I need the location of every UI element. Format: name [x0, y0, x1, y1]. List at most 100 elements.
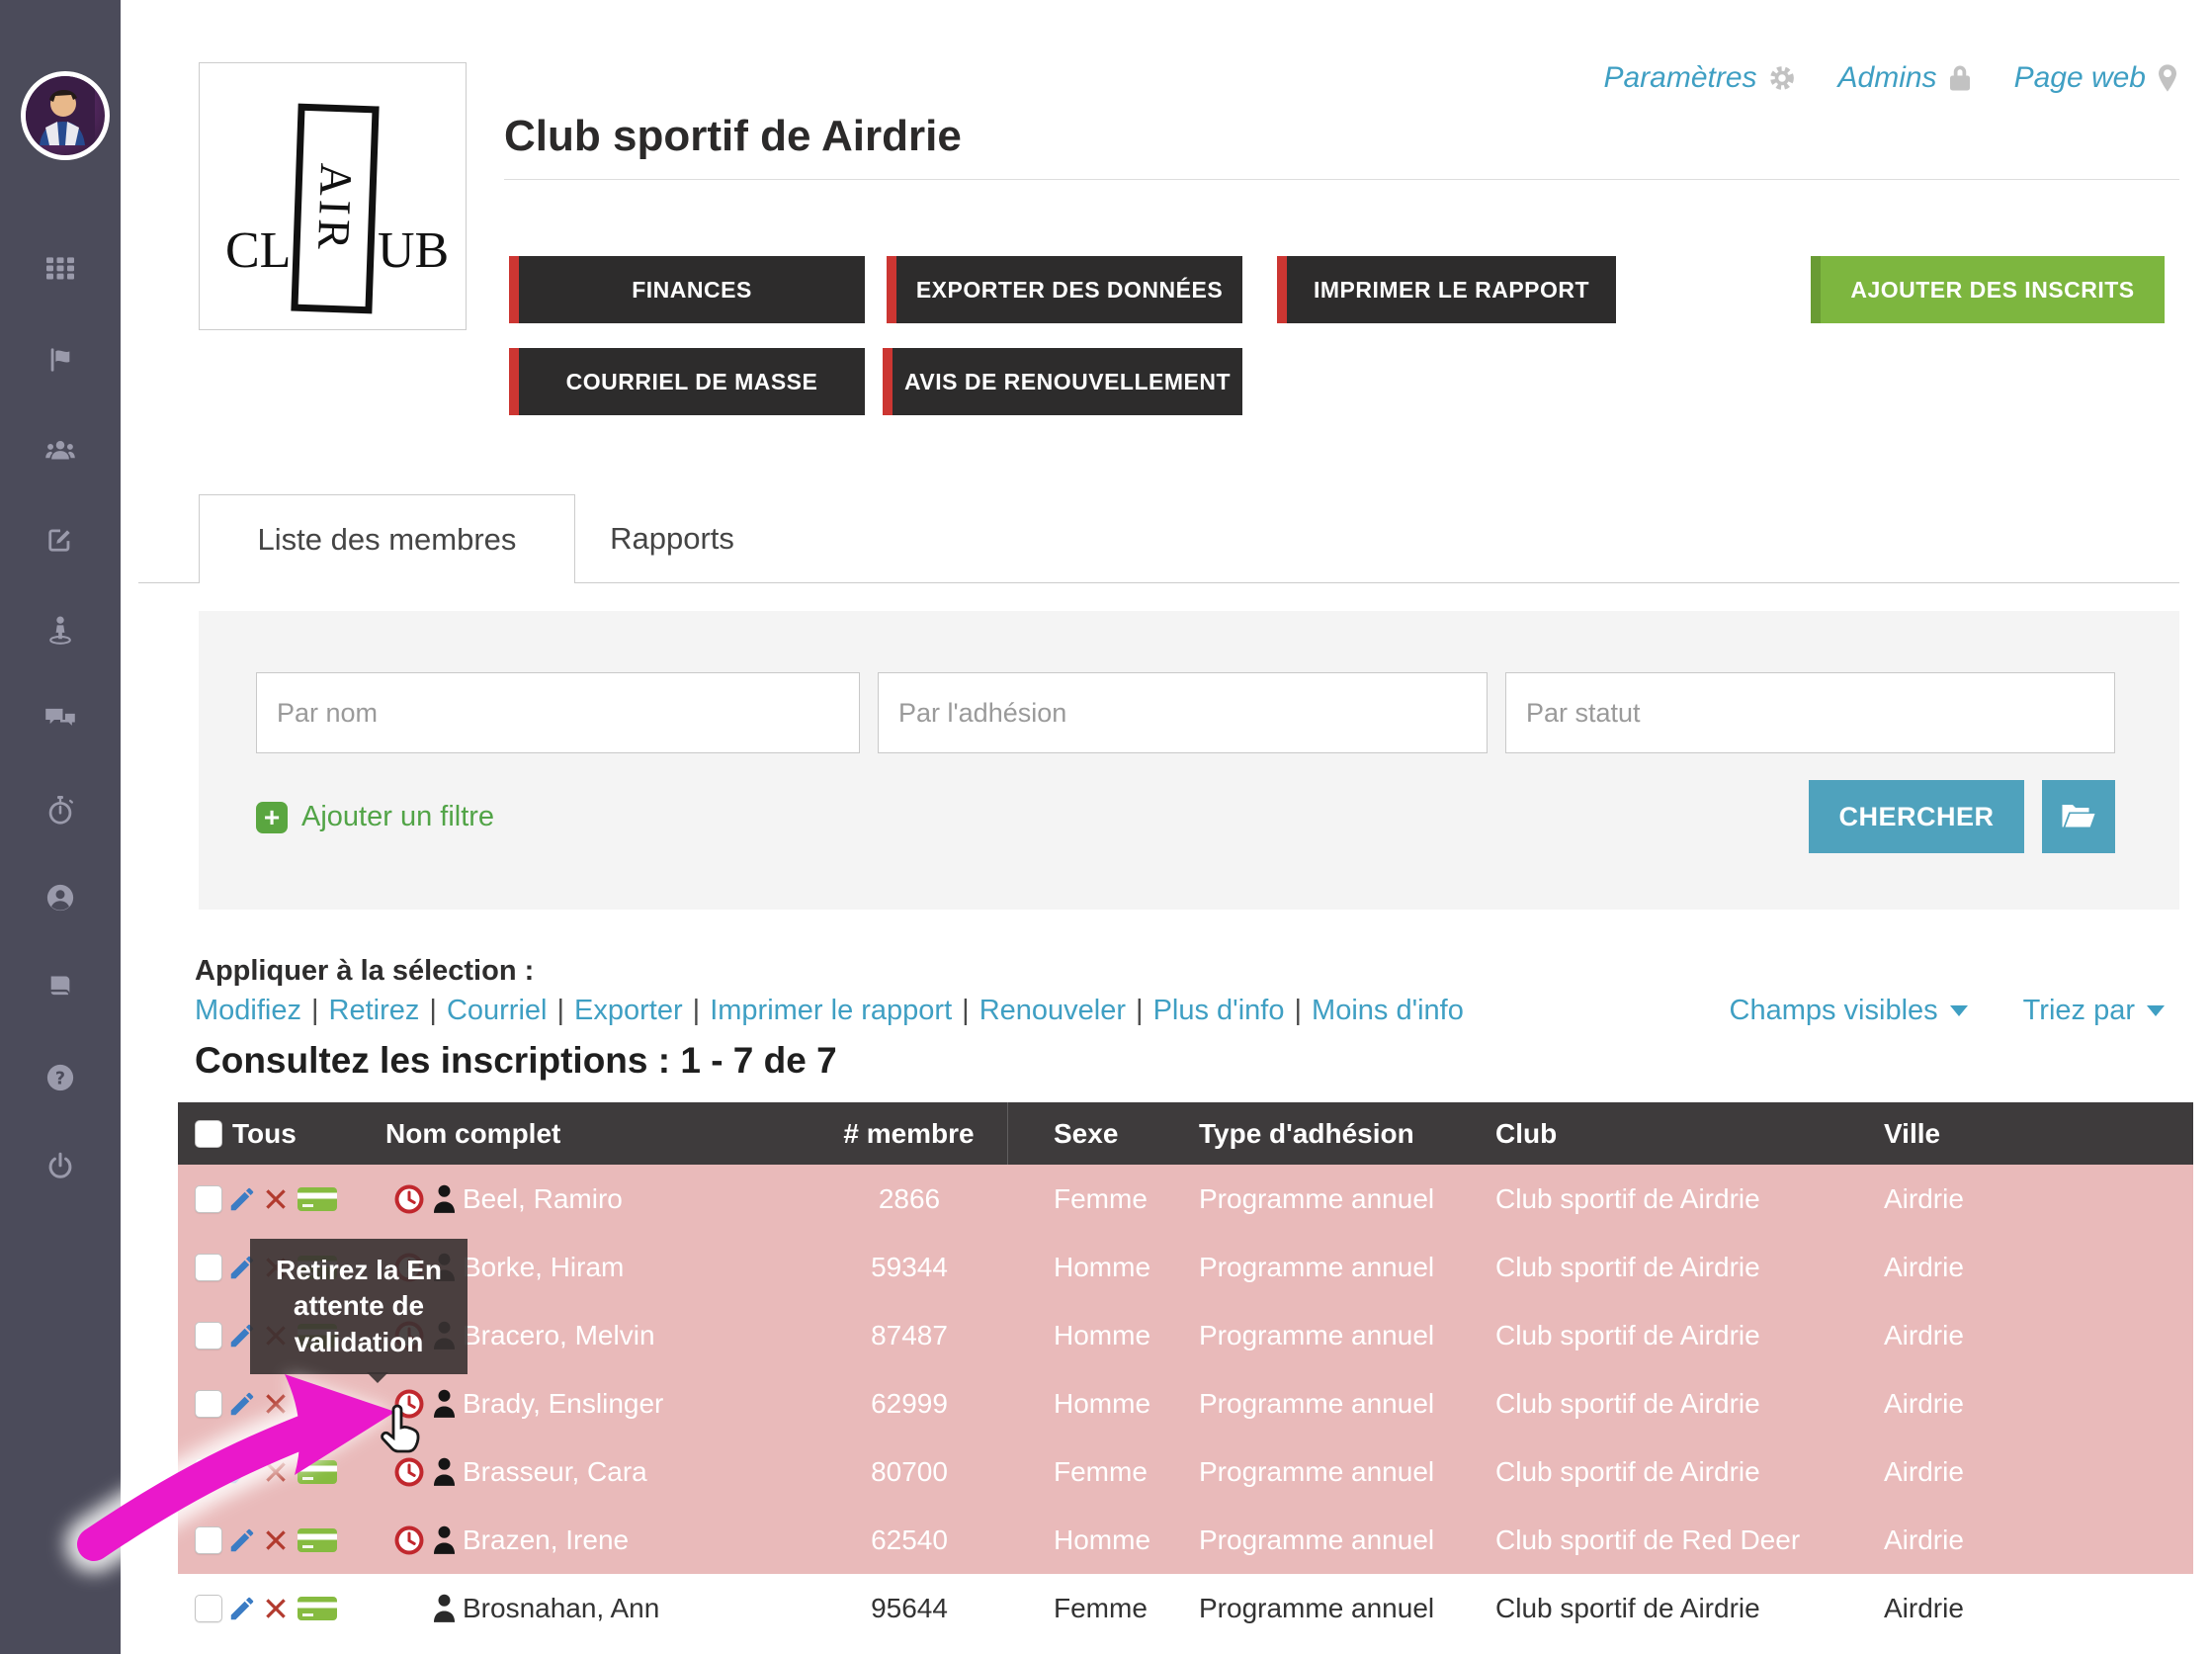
saved-searches-button[interactable]: [2042, 780, 2115, 853]
col-header-club[interactable]: Club: [1495, 1118, 1884, 1150]
member-person-icon[interactable]: [431, 1388, 463, 1419]
edit-pencil-icon[interactable]: [227, 1525, 261, 1555]
member-id: 59344: [810, 1252, 1008, 1283]
col-header-city[interactable]: Ville: [1884, 1118, 2193, 1150]
search-button[interactable]: CHERCHER: [1809, 780, 2024, 853]
sort-by-dropdown[interactable]: Triez par: [2023, 995, 2165, 1027]
filter-membership-input[interactable]: [878, 672, 1488, 753]
mass-email-button[interactable]: COURRIEL DE MASSE: [509, 348, 865, 415]
delete-x-icon[interactable]: [261, 1184, 297, 1214]
add-registrants-button[interactable]: AJOUTER DES INSCRITS: [1811, 256, 2165, 323]
bulk-action-moins-d-info[interactable]: Moins d'info: [1312, 995, 1464, 1026]
row-checkbox[interactable]: [195, 1390, 222, 1418]
member-row: Beel, Ramiro2866FemmeProgramme annuelClu…: [178, 1165, 2193, 1233]
member-person-icon[interactable]: [431, 1456, 463, 1487]
pending-clock-icon[interactable]: [385, 1181, 431, 1217]
stopwatch-icon: [46, 796, 74, 826]
members-table: Tous Nom complet # membre Sexe Type d'ad…: [178, 1102, 2193, 1642]
select-all-cell: Tous: [178, 1118, 385, 1150]
sidebar-item-apps-grid[interactable]: [0, 247, 121, 291]
sidebar-item-members-group[interactable]: [0, 428, 121, 472]
sidebar-item-flag[interactable]: [0, 338, 121, 382]
payment-card-icon[interactable]: [297, 1525, 385, 1555]
sidebar-item-power-logout[interactable]: [0, 1145, 121, 1188]
member-name[interactable]: Borke, Hiram: [463, 1252, 810, 1283]
avatar[interactable]: [21, 71, 110, 160]
col-header-membership[interactable]: Type d'adhésion: [1199, 1118, 1495, 1150]
filter-name-input[interactable]: [256, 672, 860, 753]
edit-pencil-icon[interactable]: [227, 1594, 261, 1623]
bulk-action-imprimer-le-rapport[interactable]: Imprimer le rapport: [710, 995, 952, 1026]
sidebar-item-edit-compose[interactable]: [0, 518, 121, 562]
member-membership-type: Programme annuel: [1199, 1456, 1495, 1488]
sidebar-item-user-profile[interactable]: [0, 876, 121, 919]
member-name[interactable]: Brasseur, Cara: [463, 1456, 810, 1488]
apps-grid-icon: [45, 255, 75, 283]
bulk-action-renouveler[interactable]: Renouveler: [979, 995, 1126, 1026]
member-person-icon[interactable]: [431, 1524, 463, 1555]
member-person-icon[interactable]: [431, 1183, 463, 1214]
select-all-label: Tous: [232, 1118, 297, 1150]
payment-card-icon[interactable]: [297, 1184, 385, 1214]
edit-pencil-icon[interactable]: [227, 1184, 261, 1214]
page-title: Club sportif de Airdrie: [504, 112, 962, 161]
finances-button[interactable]: FINANCES: [509, 256, 865, 323]
export-data-button[interactable]: EXPORTER DES DONNÉES: [887, 256, 1242, 323]
member-name[interactable]: Brady, Enslinger: [463, 1388, 810, 1420]
table-header: Tous Nom complet # membre Sexe Type d'ad…: [178, 1102, 2193, 1165]
delete-x-icon[interactable]: [261, 1594, 297, 1623]
col-header-member-id[interactable]: # membre: [810, 1102, 1008, 1165]
bulk-action-retirez[interactable]: Retirez: [329, 995, 420, 1026]
top-nav: Paramètres Admins Page web: [1603, 61, 2179, 95]
member-name[interactable]: Brazen, Irene: [463, 1524, 810, 1556]
row-checkbox[interactable]: [195, 1322, 222, 1349]
sidebar-item-stopwatch[interactable]: [0, 789, 121, 832]
table-body: Beel, Ramiro2866FemmeProgramme annuelClu…: [178, 1165, 2193, 1642]
add-filter-label: Ajouter un filtre: [301, 801, 494, 833]
visible-fields-dropdown[interactable]: Champs visibles: [1730, 995, 1968, 1027]
payment-card-icon[interactable]: [297, 1457, 385, 1487]
bulk-action-plus-d-info[interactable]: Plus d'info: [1153, 995, 1285, 1026]
logo-text-vertical: AIR: [307, 162, 363, 254]
bulk-action-modifiez[interactable]: Modifiez: [195, 995, 301, 1026]
row-checkbox[interactable]: [195, 1254, 222, 1281]
bulk-action-exporter[interactable]: Exporter: [574, 995, 683, 1026]
col-header-name[interactable]: Nom complet: [385, 1118, 810, 1150]
sidebar-item-help-question[interactable]: ?: [0, 1056, 121, 1099]
row-checkbox[interactable]: [195, 1595, 222, 1622]
edit-pencil-icon[interactable]: [227, 1389, 261, 1419]
pending-clock-icon[interactable]: [385, 1386, 431, 1422]
member-person-icon[interactable]: [431, 1593, 463, 1623]
member-membership-type: Programme annuel: [1199, 1388, 1495, 1420]
member-name[interactable]: Brosnahan, Ann: [463, 1593, 810, 1624]
select-all-checkbox[interactable]: [195, 1120, 222, 1148]
print-report-button[interactable]: IMPRIMER LE RAPPORT: [1277, 256, 1616, 323]
pending-clock-icon[interactable]: [385, 1454, 431, 1490]
filter-status-input[interactable]: [1505, 672, 2115, 753]
tab-members-list[interactable]: Liste des membres: [199, 494, 575, 583]
sidebar-item-book-directory[interactable]: [0, 965, 121, 1008]
webpage-link[interactable]: Page web: [2014, 61, 2179, 95]
member-name[interactable]: Beel, Ramiro: [463, 1183, 810, 1215]
row-checkbox[interactable]: [195, 1526, 222, 1554]
delete-x-icon[interactable]: [261, 1389, 297, 1419]
admins-link[interactable]: Admins: [1838, 61, 1973, 95]
bulk-action-courriel[interactable]: Courriel: [447, 995, 548, 1026]
sidebar-item-chat-comments[interactable]: [0, 698, 121, 741]
edit-pencil-icon[interactable]: [227, 1457, 261, 1487]
row-checkbox[interactable]: [195, 1458, 222, 1486]
row-checkbox[interactable]: [195, 1185, 222, 1213]
payment-card-icon[interactable]: [297, 1594, 385, 1623]
col-header-sex[interactable]: Sexe: [1054, 1118, 1199, 1150]
webpage-label: Page web: [2014, 61, 2146, 95]
settings-label: Paramètres: [1603, 61, 1756, 95]
tab-reports[interactable]: Rapports: [573, 494, 771, 582]
delete-x-icon[interactable]: [261, 1457, 297, 1487]
pending-clock-icon[interactable]: [385, 1523, 431, 1558]
settings-link[interactable]: Paramètres: [1603, 61, 1796, 95]
sidebar-item-street-view[interactable]: [0, 608, 121, 652]
delete-x-icon[interactable]: [261, 1525, 297, 1555]
renewal-notice-button[interactable]: AVIS DE RENOUVELLEMENT: [883, 348, 1242, 415]
add-filter-link[interactable]: + Ajouter un filtre: [256, 801, 494, 833]
member-name[interactable]: Bracero, Melvin: [463, 1320, 810, 1351]
